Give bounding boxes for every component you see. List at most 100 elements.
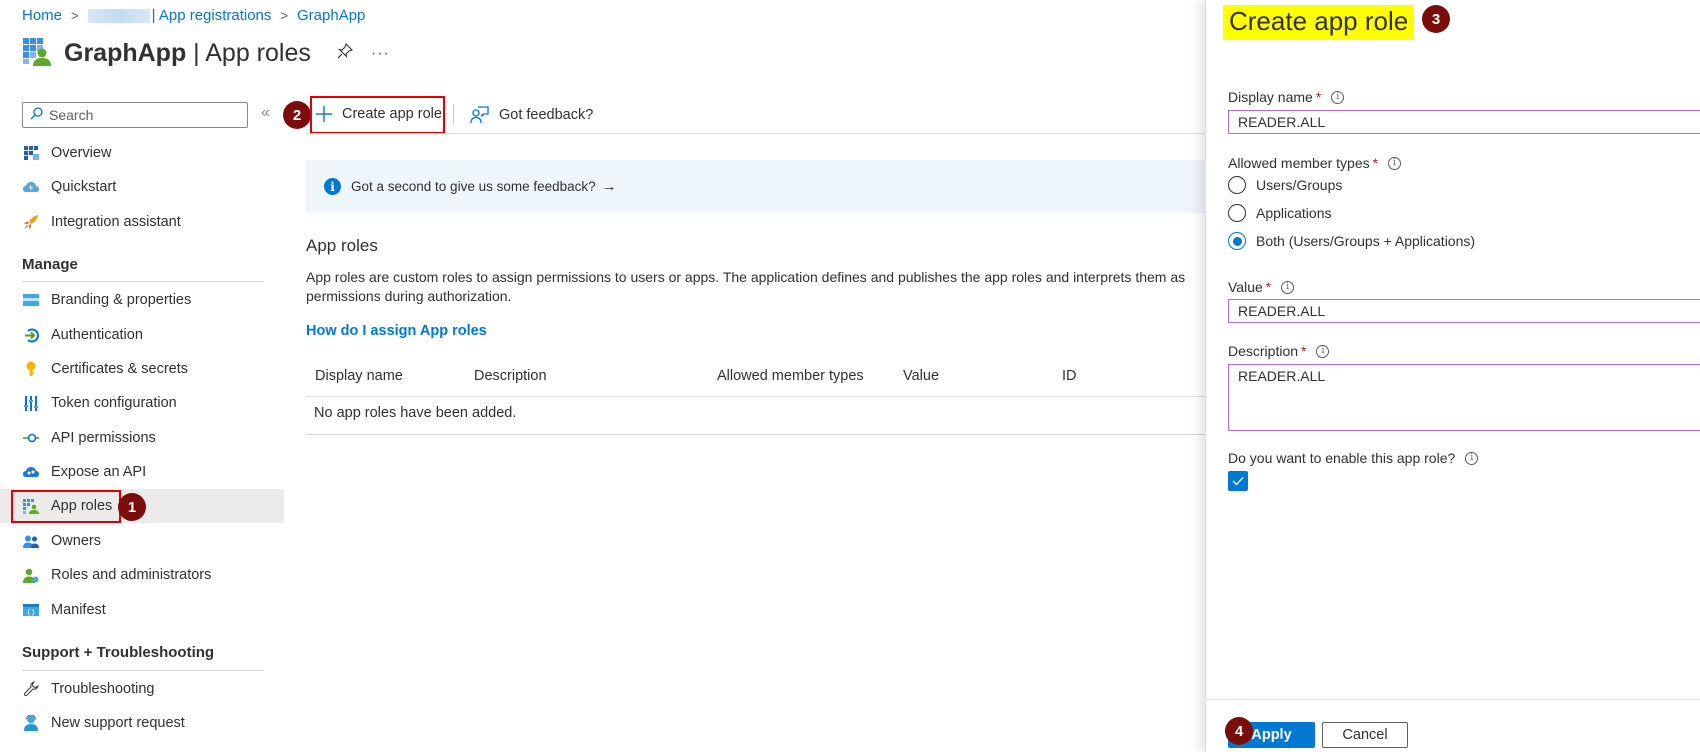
column-header-value[interactable]: Value [903,368,939,384]
sidebar-item-authentication[interactable]: Authentication [0,318,284,352]
annotation-badge-2: 2 [283,101,311,129]
sidebar-search-input[interactable]: Search [22,102,248,128]
sidebar-item-roles-administrators[interactable]: Roles and administrators [0,558,284,592]
breadcrumb-graphapp[interactable]: GraphApp [297,7,365,24]
description-textarea[interactable]: READER.ALL [1228,364,1700,431]
checkmark-icon [1232,477,1244,486]
collapse-sidebar-button[interactable]: « [261,104,270,122]
panel-title: Create app role [1223,5,1415,40]
cancel-button[interactable]: Cancel [1322,722,1408,748]
manifest-braces-icon: {} [22,602,40,618]
column-header-display-name[interactable]: Display name [315,368,403,384]
sidebar-item-owners[interactable]: Owners [0,524,284,558]
api-permissions-icon [22,430,40,446]
annotation-badge-1: 1 [118,493,146,521]
radio-both[interactable]: Both (Users/Groups + Applications) [1228,232,1475,250]
sidebar-item-label: Owners [51,533,101,549]
empty-state-text: No app roles have been added. [314,405,517,421]
radio-button-selected[interactable] [1228,232,1246,250]
description-label: Description * i [1228,343,1330,359]
page-title: GraphApp | App roles [64,39,311,67]
pin-icon[interactable] [337,42,353,64]
section-title: App roles [306,236,378,255]
toolbar-divider [306,133,1205,134]
arrow-right-icon: → [601,178,617,195]
column-header-description[interactable]: Description [474,368,547,384]
sidebar-item-manifest[interactable]: {} Manifest [0,593,284,627]
sidebar-item-label: API permissions [51,430,156,446]
search-placeholder: Search [49,107,94,123]
info-icon: i [324,178,341,195]
annotation-box-app-roles [11,490,121,523]
sidebar-divider [22,670,264,671]
column-header-allowed-member-types[interactable]: Allowed member types [717,368,864,384]
sidebar-item-overview[interactable]: Overview [0,136,284,170]
sidebar-item-troubleshooting[interactable]: Troubleshooting [0,672,284,706]
authentication-arrow-icon [22,327,40,343]
sidebar-item-label: Roles and administrators [51,567,212,583]
rocket-icon [22,214,40,230]
radio-button[interactable] [1228,204,1246,222]
allowed-member-types-label: Allowed member types * i [1228,155,1402,171]
info-icon[interactable]: i [1316,344,1330,358]
search-icon [30,107,43,123]
panel-footer-divider [1206,699,1700,700]
sidebar-item-token-configuration[interactable]: Token configuration [0,386,284,420]
redacted-tenant-name [87,8,150,23]
sidebar-item-new-support-request[interactable]: New support request [0,706,284,740]
sidebar-item-label: Overview [51,145,112,161]
wrench-icon [22,681,40,697]
sidebar-section-manage: Manage [22,256,78,273]
toolbar-separator [453,104,454,124]
info-icon[interactable]: i [1281,280,1295,294]
roles-admin-icon [22,567,40,583]
display-name-label: Display name * i [1228,89,1345,105]
page-header: GraphApp | App roles ··· [22,36,390,71]
display-name-input[interactable]: READER.ALL [1228,110,1700,134]
sidebar-item-expose-api[interactable]: Expose an API [0,455,284,489]
column-header-id[interactable]: ID [1062,368,1077,384]
info-icon[interactable]: i [1465,451,1479,465]
overview-grid-icon [22,145,40,161]
got-feedback-label: Got feedback? [499,107,594,123]
info-icon[interactable]: i [1331,90,1345,104]
annotation-badge-4: 4 [1225,717,1253,745]
table-empty-row: No app roles have been added. [306,397,1205,435]
sidebar-item-label: Manifest [51,602,106,618]
how-to-assign-link[interactable]: How do I assign App roles [306,323,487,339]
breadcrumb-separator: > [71,8,79,23]
sidebar-item-label: Token configuration [51,395,177,411]
feedback-icon [470,106,489,124]
radio-users-groups[interactable]: Users/Groups [1228,176,1342,194]
value-input[interactable]: READER.ALL [1228,299,1700,323]
breadcrumb-home[interactable]: Home [22,7,62,24]
info-icon[interactable]: i [1388,156,1402,170]
sidebar-item-certificates[interactable]: Certificates & secrets [0,352,284,386]
got-feedback-button[interactable]: Got feedback? [470,106,593,124]
section-description: App roles are custom roles to assign per… [306,269,1186,304]
svg-text:{}: {} [27,609,36,617]
sidebar-item-label: Troubleshooting [51,681,155,697]
key-icon [22,361,40,377]
sidebar-item-quickstart[interactable]: Quickstart [0,170,284,204]
sidebar-item-label: New support request [51,715,185,731]
breadcrumb-app-registrations[interactable]: | App registrations [152,7,272,24]
sidebar-item-branding[interactable]: Branding & properties [0,283,284,317]
annotation-badge-3: 3 [1422,5,1450,33]
feedback-info-bar[interactable]: i Got a second to give us some feedback?… [306,160,1205,213]
sidebar-item-label: Branding & properties [51,292,192,308]
feedback-prompt: Got a second to give us some feedback? [351,179,596,194]
enable-app-role-checkbox[interactable] [1228,471,1248,491]
quickstart-cloud-icon [22,179,40,195]
radio-applications[interactable]: Applications [1228,204,1332,222]
sidebar-item-api-permissions[interactable]: API permissions [0,421,284,455]
radio-button[interactable] [1228,176,1246,194]
support-person-icon [22,715,40,731]
breadcrumb: Home > | App registrations > GraphApp [22,7,365,24]
token-bars-icon [22,395,40,411]
branding-card-icon [22,292,40,308]
value-label: Value * i [1228,279,1295,295]
sidebar-divider [22,281,264,282]
ellipsis-icon[interactable]: ··· [371,45,390,63]
sidebar-item-integration-assistant[interactable]: Integration assistant [0,205,284,239]
